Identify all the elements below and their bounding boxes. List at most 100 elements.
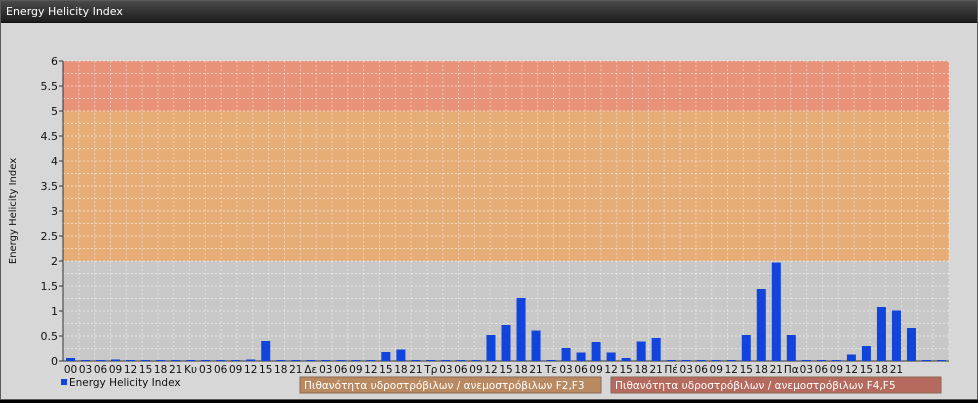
x-tick-label: 03 [79,364,92,376]
bar [936,360,946,361]
bar [111,359,121,361]
x-tick-label: Πέ [664,364,678,376]
x-tick-label: 18 [875,364,888,376]
bar [426,360,436,361]
y-tick-label: 0.5 [41,330,59,343]
bar [261,341,271,361]
x-tick-label: 21 [289,364,302,376]
bar [846,354,856,361]
bar [651,338,661,361]
x-tick-label: 06 [815,364,829,376]
y-tick-label: 4 [51,155,58,168]
x-tick-label: 15 [740,364,753,376]
bar [756,289,766,361]
x-tick-label: 03 [800,364,813,376]
x-tick-label: 09 [109,364,122,376]
x-tick-label: 06 [574,364,588,376]
bar [366,360,376,361]
x-tick-label: 21 [770,364,783,376]
bar [696,360,706,361]
y-axis-label: Energy Helicity Index [8,158,19,264]
y-tick-label: 6 [51,55,58,68]
bar [921,360,931,361]
y-tick-label: 2.5 [41,230,59,243]
bar [711,360,721,361]
bar [891,310,901,361]
x-tick-label: Κυ [184,364,197,376]
bar [321,360,331,361]
x-tick-label: 18 [394,364,407,376]
x-tick-label: 18 [755,364,768,376]
x-tick-label: 09 [469,364,482,376]
bar [396,349,406,361]
bar [531,330,541,361]
bar [786,335,796,361]
x-tick-label: 06 [94,364,108,376]
bar [771,262,781,361]
legend-swatch [61,379,67,385]
y-tick-label: 5 [51,105,58,118]
bar [501,325,511,361]
bar [81,360,91,361]
bar [201,360,211,361]
x-tick-label: 12 [244,364,257,376]
x-tick-label: 06 [214,364,228,376]
window-titlebar: Energy Helicity Index [1,1,977,23]
x-tick-label: 03 [199,364,212,376]
x-tick-label: 03 [680,364,693,376]
window-title: Energy Helicity Index [6,5,123,18]
bar [636,341,646,361]
bar [156,360,166,361]
bar [126,360,136,361]
x-tick-label: 09 [229,364,242,376]
x-tick-label: 21 [409,364,422,376]
y-tick-label: 5.5 [41,80,59,93]
y-tick-label: 3.5 [41,180,59,193]
bar [66,358,76,361]
bar [816,360,826,361]
y-tick-label: 1 [51,305,58,318]
chart-panel: 0 0.5 1 1.5 2 2.5 3 3.5 4 4.5 5 5.5 6 Energy Helicity… [1,23,977,399]
x-tick-label: 03 [439,364,452,376]
bar [351,360,361,361]
x-tick-label: 15 [259,364,272,376]
x-tick-label: 21 [529,364,542,376]
bar [216,360,226,361]
bar [336,360,346,361]
x-tick-label: 12 [124,364,137,376]
bar [246,359,256,361]
bar [726,360,736,361]
x-tick-label: 12 [484,364,497,376]
bar [561,348,571,361]
x-tick-label: 09 [710,364,723,376]
x-tick-label: 15 [379,364,392,376]
bar [96,360,106,361]
band-legend-label: Πιθανότητα υδροστρόβιλων / ανεμοστρόβιλω… [615,380,896,392]
band-legend-label: Πιθανότητα υδροστρόβιλων / ανεμοστρόβιλω… [304,380,585,392]
bar [186,360,196,361]
x-tick-label: 06 [454,364,468,376]
x-tick-label: 12 [725,364,738,376]
bar [876,307,886,361]
x-tick-label: 21 [890,364,903,376]
x-tick-label: 21 [169,364,182,376]
bar [276,360,286,361]
bar [306,360,316,361]
bar [606,352,616,361]
x-tick-label: 18 [274,364,287,376]
bar [741,335,751,361]
x-tick-label: 12 [604,364,617,376]
y-tick-label: 3 [51,205,58,218]
bar [231,360,241,361]
x-tick-label: 15 [619,364,632,376]
bar [516,298,526,361]
x-tick-label: 03 [559,364,572,376]
x-tick-label: 12 [364,364,377,376]
y-tick-label: 0 [51,355,58,368]
x-tick-label: 18 [514,364,527,376]
bar [546,360,556,361]
x-tick-label: 06 [334,364,348,376]
bar [471,360,481,361]
x-tick-label: 12 [845,364,858,376]
bar [591,342,601,361]
